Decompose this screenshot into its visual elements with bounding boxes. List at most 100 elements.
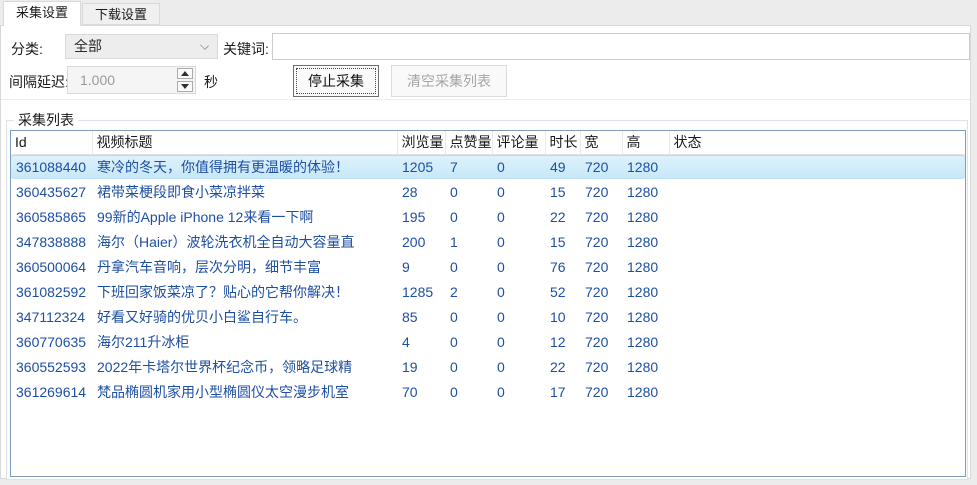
cell-comments: 0 <box>492 254 545 279</box>
delay-value: 1.000 <box>80 67 115 93</box>
cell-id: 347112324 <box>11 304 92 329</box>
table-row[interactable]: 3605525932022年卡塔尔世界杯纪念币，领略足球精19002272012… <box>11 354 965 379</box>
cell-likes: 7 <box>445 154 492 179</box>
cell-views: 28 <box>397 179 445 204</box>
table-row[interactable]: 360435627裙带菜梗段即食小菜凉拌菜2800157201280 <box>11 179 965 204</box>
cell-height: 1280 <box>622 229 669 254</box>
cell-width: 720 <box>580 279 622 304</box>
collect-list-group-title: 采集列表 <box>14 111 78 129</box>
cell-comments: 0 <box>492 329 545 354</box>
delay-stepper[interactable]: 1.000 <box>67 66 196 94</box>
column-header-likes[interactable]: 点赞量 <box>445 131 492 154</box>
cell-status <box>669 329 965 354</box>
table-row[interactable]: 36058586599新的Apple iPhone 12来看一下啊1950022… <box>11 204 965 229</box>
cell-height: 1280 <box>622 379 669 404</box>
cell-id: 360500064 <box>11 254 92 279</box>
cell-height: 1280 <box>622 279 669 304</box>
category-label: 分类: <box>11 39 43 59</box>
cell-status <box>669 304 965 329</box>
cell-title: 梵品椭圆机家用小型椭圆仪太空漫步机室 <box>92 379 397 404</box>
table-header-row: Id 视频标题 浏览量 点赞量 评论量 时长 宽 高 状态 <box>11 131 965 154</box>
cell-status <box>669 379 965 404</box>
cell-height: 1280 <box>622 204 669 229</box>
cell-views: 1285 <box>397 279 445 304</box>
table-row[interactable]: 360770635海尔211升冰柜400127201280 <box>11 329 965 354</box>
cell-likes: 2 <box>445 279 492 304</box>
delay-unit-label: 秒 <box>204 72 218 92</box>
cell-duration: 15 <box>545 179 580 204</box>
table-row[interactable]: 361088440寒冷的冬天，你值得拥有更温暖的体验！1205704972012… <box>11 154 965 179</box>
cell-views: 9 <box>397 254 445 279</box>
cell-duration: 52 <box>545 279 580 304</box>
cell-title: 2022年卡塔尔世界杯纪念币，领略足球精 <box>92 354 397 379</box>
cell-likes: 0 <box>445 179 492 204</box>
category-select[interactable]: 全部 <box>65 34 218 59</box>
column-header-height[interactable]: 高 <box>622 131 669 154</box>
cell-likes: 0 <box>445 329 492 354</box>
cell-id: 360585865 <box>11 204 92 229</box>
cell-title: 裙带菜梗段即食小菜凉拌菜 <box>92 179 397 204</box>
cell-duration: 12 <box>545 329 580 354</box>
column-header-views[interactable]: 浏览量 <box>397 131 445 154</box>
table-body: 361088440寒冷的冬天，你值得拥有更温暖的体验！1205704972012… <box>11 154 965 404</box>
cell-title: 寒冷的冬天，你值得拥有更温暖的体验！ <box>92 154 397 179</box>
cell-duration: 22 <box>545 354 580 379</box>
cell-height: 1280 <box>622 154 669 179</box>
collect-settings-page: 分类: 全部 关键词: 间隔延迟: 1.000 秒 停止采集 清空采集列表 采集… <box>0 25 971 479</box>
keyword-input[interactable] <box>272 33 970 60</box>
cell-title: 海尔（Haier）波轮洗衣机全自动大容量直 <box>92 229 397 254</box>
cell-status <box>669 229 965 254</box>
cell-id: 360552593 <box>11 354 92 379</box>
cell-views: 70 <box>397 379 445 404</box>
column-header-duration[interactable]: 时长 <box>545 131 580 154</box>
cell-likes: 1 <box>445 229 492 254</box>
cell-height: 1280 <box>622 329 669 354</box>
cell-views: 200 <box>397 229 445 254</box>
arrow-up-icon <box>181 71 189 76</box>
cell-title: 好看又好骑的优贝小白鲨自行车。 <box>92 304 397 329</box>
tab-collect-settings[interactable]: 采集设置 <box>3 1 81 26</box>
cell-duration: 49 <box>545 154 580 179</box>
column-header-comments[interactable]: 评论量 <box>492 131 545 154</box>
column-header-title[interactable]: 视频标题 <box>92 131 397 154</box>
cell-views: 1205 <box>397 154 445 179</box>
stop-collect-button[interactable]: 停止采集 <box>293 65 379 97</box>
cell-likes: 0 <box>445 379 492 404</box>
table-row[interactable]: 361082592下班回家饭菜凉了？贴心的它帮你解决！1285205272012… <box>11 279 965 304</box>
tab-download-settings[interactable]: 下载设置 <box>82 3 160 25</box>
cell-duration: 15 <box>545 229 580 254</box>
table-row[interactable]: 361269614梵品椭圆机家用小型椭圆仪太空漫步机室7000177201280 <box>11 379 965 404</box>
cell-comments: 0 <box>492 304 545 329</box>
cell-status <box>669 154 965 179</box>
collect-list-groupbox: 采集列表 Id 视频标题 浏览量 点赞量 评论量 时长 宽 <box>6 120 968 480</box>
table-row[interactable]: 360500064丹拿汽车音响，层次分明，细节丰富900767201280 <box>11 254 965 279</box>
category-selected-value: 全部 <box>74 38 102 54</box>
cell-likes: 0 <box>445 204 492 229</box>
table-row[interactable]: 347838888海尔（Haier）波轮洗衣机全自动大容量直2001015720… <box>11 229 965 254</box>
cell-status <box>669 179 965 204</box>
cell-height: 1280 <box>622 304 669 329</box>
cell-width: 720 <box>580 254 622 279</box>
cell-duration: 17 <box>545 379 580 404</box>
column-header-id[interactable]: Id <box>11 131 92 154</box>
cell-status <box>669 254 965 279</box>
cell-status <box>669 354 965 379</box>
cell-id: 361082592 <box>11 279 92 304</box>
cell-id: 360435627 <box>11 179 92 204</box>
collect-list-table: Id 视频标题 浏览量 点赞量 评论量 时长 宽 高 状态 361088440寒… <box>10 130 966 477</box>
clear-list-button[interactable]: 清空采集列表 <box>391 65 507 97</box>
cell-comments: 0 <box>492 204 545 229</box>
column-header-status[interactable]: 状态 <box>669 131 965 154</box>
cell-id: 360770635 <box>11 329 92 354</box>
cell-title: 丹拿汽车音响，层次分明，细节丰富 <box>92 254 397 279</box>
spin-down-button[interactable] <box>177 81 193 92</box>
cell-title: 海尔211升冰柜 <box>92 329 397 354</box>
cell-width: 720 <box>580 154 622 179</box>
table-row[interactable]: 347112324好看又好骑的优贝小白鲨自行车。8500107201280 <box>11 304 965 329</box>
spin-up-button[interactable] <box>177 68 193 79</box>
cell-likes: 0 <box>445 354 492 379</box>
cell-id: 361269614 <box>11 379 92 404</box>
column-header-width[interactable]: 宽 <box>580 131 622 154</box>
cell-height: 1280 <box>622 179 669 204</box>
cell-likes: 0 <box>445 254 492 279</box>
